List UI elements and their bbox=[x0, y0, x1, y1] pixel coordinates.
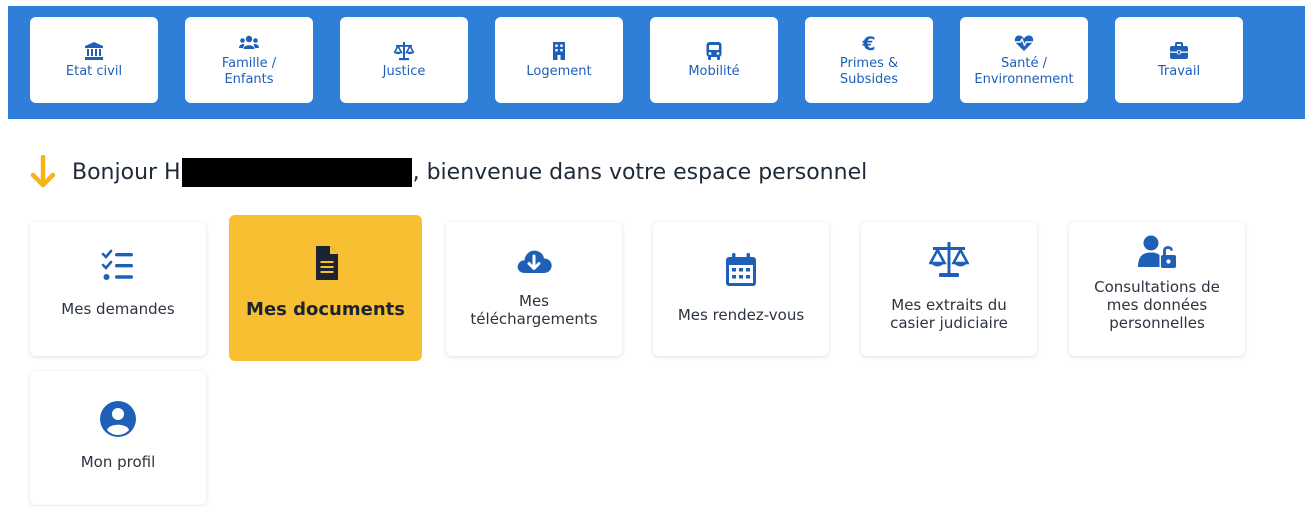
heartbeat-icon bbox=[1013, 32, 1035, 54]
top-navigation-bar: Etat civil Famille / Enfants Justice Log… bbox=[8, 6, 1305, 119]
card-mon-profil[interactable]: Mon profil bbox=[30, 371, 206, 505]
card-mes-documents[interactable]: Mes documents bbox=[229, 215, 422, 361]
arrow-down-icon bbox=[30, 155, 56, 188]
bank-icon bbox=[83, 40, 105, 62]
bus-icon bbox=[703, 40, 725, 62]
card-mes-telechargements[interactable]: Mes téléchargements bbox=[446, 222, 622, 356]
scale-icon bbox=[393, 40, 415, 62]
checklist-icon bbox=[98, 244, 138, 288]
card-mes-rendez-vous[interactable]: Mes rendez-vous bbox=[653, 222, 829, 356]
user-circle-icon bbox=[98, 397, 138, 441]
card-label: Mes rendez-vous bbox=[677, 306, 805, 324]
welcome-heading: Bonjour H , bienvenue dans votre espace p… bbox=[30, 152, 867, 192]
nav-item-label: Famille / Enfants bbox=[221, 56, 277, 87]
briefcase-icon bbox=[1168, 40, 1190, 62]
building-icon bbox=[548, 40, 570, 62]
redacted-name bbox=[181, 157, 412, 187]
nav-item-primes-subsides[interactable]: € Primes & Subsides bbox=[805, 17, 933, 103]
nav-item-label: Mobilité bbox=[688, 64, 740, 79]
nav-item-label: Justice bbox=[382, 64, 426, 79]
scale-icon bbox=[929, 238, 969, 282]
nav-item-sante-environnement[interactable]: Santé / Environnement bbox=[960, 17, 1088, 103]
nav-item-logement[interactable]: Logement bbox=[495, 17, 623, 103]
nav-item-famille-enfants[interactable]: Famille / Enfants bbox=[185, 17, 313, 103]
nav-item-label: Etat civil bbox=[65, 64, 123, 79]
nav-item-label: Logement bbox=[526, 64, 592, 79]
svg-text:€: € bbox=[861, 33, 875, 53]
card-mes-extraits-casier-judiciaire[interactable]: Mes extraits du casier judiciaire bbox=[861, 222, 1037, 356]
calendar-icon bbox=[721, 248, 761, 292]
greeting-suffix: , bienvenue dans votre espace personnel bbox=[412, 159, 868, 185]
nav-item-label: Travail bbox=[1157, 64, 1201, 79]
card-label: Mon profil bbox=[80, 453, 156, 471]
card-consultations-donnees-personnelles[interactable]: Consultations de mes données personnelle… bbox=[1069, 222, 1245, 356]
nav-item-justice[interactable]: Justice bbox=[340, 17, 468, 103]
document-icon bbox=[306, 241, 346, 285]
card-label: Mes extraits du casier judiciaire bbox=[890, 296, 1008, 332]
nav-item-travail[interactable]: Travail bbox=[1115, 17, 1243, 103]
greeting-prefix: Bonjour H bbox=[72, 159, 181, 185]
card-label: Mes demandes bbox=[61, 300, 175, 318]
card-mes-demandes[interactable]: Mes demandes bbox=[30, 222, 206, 356]
nav-item-label: Primes & Subsides bbox=[839, 56, 899, 87]
card-label: Mes téléchargements bbox=[470, 292, 598, 328]
nav-item-etat-civil[interactable]: Etat civil bbox=[30, 17, 158, 103]
cloud-download-icon bbox=[514, 240, 554, 284]
users-icon bbox=[238, 32, 260, 54]
card-label: Mes documents bbox=[246, 299, 405, 320]
nav-item-mobilite[interactable]: Mobilité bbox=[650, 17, 778, 103]
euro-icon: € bbox=[858, 32, 880, 54]
nav-item-label: Santé / Environnement bbox=[974, 56, 1074, 87]
card-label: Consultations de mes données personnelle… bbox=[1094, 278, 1220, 332]
user-lock-icon bbox=[1137, 230, 1177, 274]
